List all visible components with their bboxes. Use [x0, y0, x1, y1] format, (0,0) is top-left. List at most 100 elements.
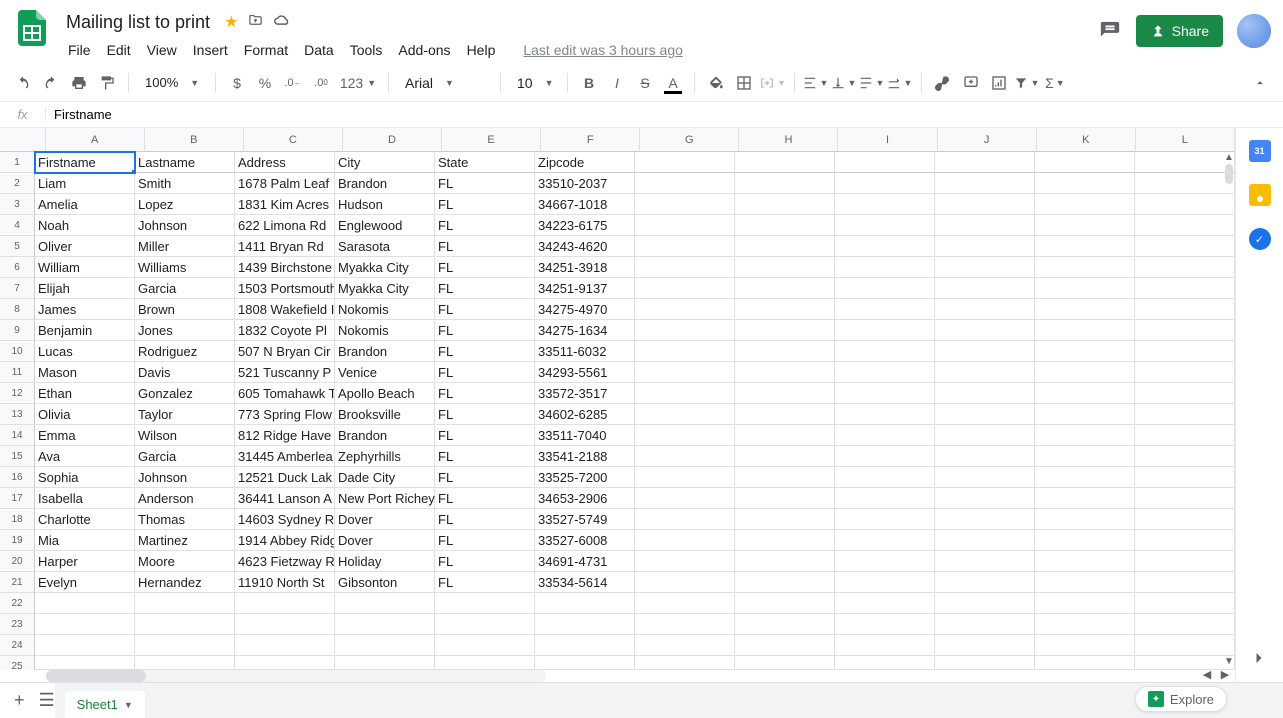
cell[interactable]	[935, 551, 1035, 572]
cell[interactable]	[935, 278, 1035, 299]
cell[interactable]	[635, 173, 735, 194]
cell[interactable]: Dover	[335, 530, 435, 551]
scroll-right-icon[interactable]: ▶	[1217, 668, 1233, 682]
strikethrough-button[interactable]: S	[632, 70, 658, 96]
cell[interactable]: 1832 Coyote Pl	[235, 320, 335, 341]
cell[interactable]	[735, 551, 835, 572]
cell[interactable]: Hudson	[335, 194, 435, 215]
text-color-button[interactable]: A	[660, 70, 686, 96]
zoom-dropdown[interactable]: 100%▼	[137, 71, 207, 95]
cell[interactable]: Brandon	[335, 425, 435, 446]
vertical-align-button[interactable]: ▼	[831, 70, 857, 96]
cell[interactable]	[835, 320, 935, 341]
cell[interactable]	[1035, 551, 1135, 572]
borders-button[interactable]	[731, 70, 757, 96]
cell[interactable]	[635, 467, 735, 488]
row-header[interactable]: 25	[0, 656, 35, 670]
comments-icon[interactable]	[1098, 19, 1122, 43]
cell[interactable]	[635, 257, 735, 278]
cell[interactable]	[735, 152, 835, 173]
share-button[interactable]: Share	[1136, 15, 1223, 47]
cell[interactable]	[335, 656, 435, 670]
cell[interactable]: Rodriguez	[135, 341, 235, 362]
cell[interactable]: Benjamin	[35, 320, 135, 341]
row-header[interactable]: 7	[0, 278, 35, 299]
cell[interactable]	[835, 656, 935, 670]
filter-button[interactable]: ▼	[1014, 70, 1040, 96]
cell[interactable]: New Port Richey	[335, 488, 435, 509]
cell[interactable]: 1411 Bryan Rd	[235, 236, 335, 257]
cell[interactable]: Johnson	[135, 215, 235, 236]
cell[interactable]	[1135, 299, 1235, 320]
cell[interactable]: FL	[435, 404, 535, 425]
cell[interactable]	[1035, 656, 1135, 670]
cell[interactable]	[1135, 425, 1235, 446]
cell[interactable]	[635, 320, 735, 341]
cell[interactable]	[635, 383, 735, 404]
cell[interactable]: 33541-2188	[535, 446, 635, 467]
decrease-decimal-button[interactable]: .0←	[280, 70, 306, 96]
cell[interactable]: FL	[435, 572, 535, 593]
cell[interactable]: 11910 North St	[235, 572, 335, 593]
functions-button[interactable]: Σ▼	[1042, 70, 1068, 96]
cell[interactable]	[1035, 341, 1135, 362]
cell[interactable]	[935, 320, 1035, 341]
row-header[interactable]: 11	[0, 362, 35, 383]
cell[interactable]: 812 Ridge Have	[235, 425, 335, 446]
cell[interactable]	[935, 593, 1035, 614]
cloud-status-icon[interactable]	[273, 14, 291, 31]
row-header[interactable]: 3	[0, 194, 35, 215]
cell[interactable]: 14603 Sydney R	[235, 509, 335, 530]
cell[interactable]	[735, 278, 835, 299]
cell[interactable]	[35, 614, 135, 635]
col-header[interactable]: A	[46, 128, 145, 152]
cell[interactable]	[1035, 572, 1135, 593]
cell[interactable]	[1135, 551, 1235, 572]
col-header[interactable]: I	[838, 128, 937, 152]
text-rotation-button[interactable]: ▼	[887, 70, 913, 96]
paint-format-button[interactable]	[94, 70, 120, 96]
cell[interactable]: FL	[435, 278, 535, 299]
cell[interactable]	[35, 656, 135, 670]
cell[interactable]: 507 N Bryan Cir	[235, 341, 335, 362]
cell[interactable]: 33527-5749	[535, 509, 635, 530]
cell[interactable]	[1035, 488, 1135, 509]
cell[interactable]: Myakka City	[335, 278, 435, 299]
cell[interactable]: Hernandez	[135, 572, 235, 593]
cell[interactable]	[735, 257, 835, 278]
cell[interactable]: Holiday	[335, 551, 435, 572]
cell[interactable]	[135, 656, 235, 670]
cell[interactable]	[735, 362, 835, 383]
cell[interactable]	[935, 635, 1035, 656]
cell[interactable]: 1831 Kim Acres	[235, 194, 335, 215]
doc-title[interactable]: Mailing list to print	[60, 10, 216, 35]
cell[interactable]	[635, 404, 735, 425]
cell[interactable]: 33511-6032	[535, 341, 635, 362]
cell[interactable]: 622 Limona Rd	[235, 215, 335, 236]
cell[interactable]: City	[335, 152, 435, 173]
star-icon[interactable]: ★	[224, 12, 238, 32]
cell[interactable]	[635, 362, 735, 383]
cell[interactable]	[1035, 509, 1135, 530]
cell[interactable]: Oliver	[35, 236, 135, 257]
cell[interactable]: Johnson	[135, 467, 235, 488]
cell[interactable]	[735, 173, 835, 194]
cell[interactable]	[935, 614, 1035, 635]
cell[interactable]	[135, 635, 235, 656]
cell[interactable]	[735, 215, 835, 236]
cell[interactable]	[1135, 362, 1235, 383]
cell[interactable]	[1135, 215, 1235, 236]
row-header[interactable]: 24	[0, 635, 35, 656]
cell[interactable]: FL	[435, 362, 535, 383]
cell[interactable]	[635, 152, 735, 173]
col-header[interactable]: L	[1136, 128, 1235, 152]
explore-button[interactable]: Explore	[1135, 686, 1227, 712]
cell[interactable]: 1678 Palm Leaf	[235, 173, 335, 194]
cell[interactable]: Zipcode	[535, 152, 635, 173]
cell[interactable]: Brooksville	[335, 404, 435, 425]
cell[interactable]	[635, 194, 735, 215]
cell[interactable]: Brown	[135, 299, 235, 320]
last-edit-info[interactable]: Last edit was 3 hours ago	[515, 38, 691, 62]
cell[interactable]: 34667-1018	[535, 194, 635, 215]
row-header[interactable]: 14	[0, 425, 35, 446]
